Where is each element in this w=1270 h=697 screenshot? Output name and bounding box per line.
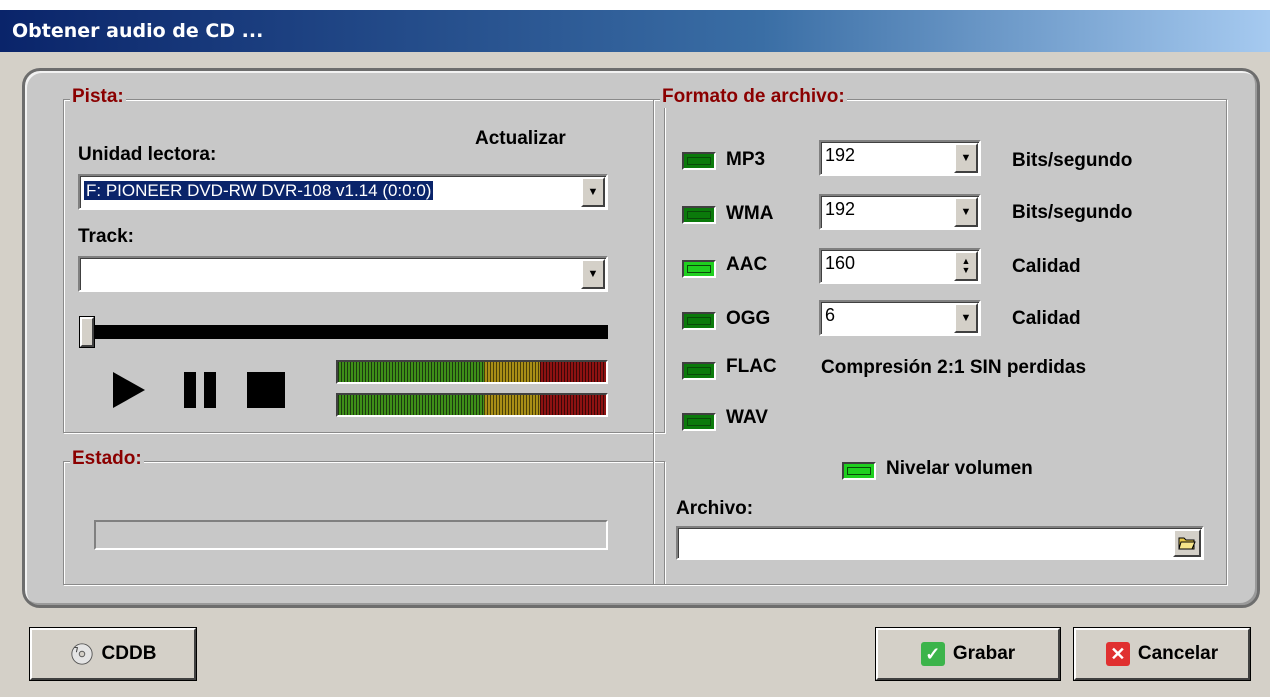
cancelar-button-label: Cancelar	[1137, 643, 1219, 664]
spinner-arrows-icon[interactable]: ▲ ▼	[954, 251, 978, 281]
aac-unit: Calidad	[1012, 256, 1081, 277]
formato-group: Formato de archivo: MP3 192 ▼ Bits/segun…	[653, 86, 1227, 585]
aac-toggle[interactable]	[682, 260, 716, 278]
formato-group-title: Formato de archivo:	[660, 86, 847, 108]
chevron-down-icon[interactable]: ▼	[954, 197, 978, 227]
flac-note: Compresión 2:1 SIN perdidas	[821, 357, 1087, 378]
cddb-button[interactable]: CDDB	[30, 628, 196, 680]
ogg-quality-select[interactable]: 6 ▼	[819, 300, 981, 336]
cddb-button-label: CDDB	[101, 643, 157, 664]
cancelar-button[interactable]: ✕ Cancelar	[1074, 628, 1250, 680]
estado-group-title: Estado:	[70, 448, 144, 470]
window-title: Obtener audio de CD ...	[12, 20, 264, 42]
check-icon: ✓	[920, 642, 945, 666]
cd-icon	[70, 642, 94, 666]
ogg-unit: Calidad	[1012, 308, 1081, 329]
grabar-button-label: Grabar	[952, 643, 1016, 664]
seek-bar[interactable]	[80, 317, 608, 347]
grabar-button[interactable]: ✓ Grabar	[876, 628, 1060, 680]
ogg-quality-value: 6	[825, 305, 836, 325]
mp3-bitrate-select[interactable]: 192 ▼	[819, 140, 981, 176]
mp3-bitrate-value: 192	[825, 145, 856, 165]
normalize-label: Nivelar volumen	[886, 458, 1033, 479]
aac-quality-value: 160	[825, 253, 856, 273]
chevron-down-icon[interactable]: ▼	[954, 143, 978, 173]
wma-unit: Bits/segundo	[1012, 202, 1133, 223]
track-select[interactable]: ▼	[78, 256, 608, 292]
pause-bar-left	[184, 372, 196, 408]
dialog-window: Obtener audio de CD ... Pista: Unidad le…	[0, 0, 1270, 697]
level-meter-right	[336, 393, 608, 417]
seek-handle[interactable]	[80, 317, 94, 347]
file-path-input[interactable]	[676, 526, 1204, 560]
drive-select[interactable]: F: PIONEER DVD-RW DVR-108 v1.14 (0:0:0) …	[78, 174, 608, 210]
drive-label: Unidad lectora:	[78, 144, 217, 165]
top-strip	[0, 0, 1270, 10]
wma-bitrate-value: 192	[825, 199, 856, 219]
refresh-link[interactable]: Actualizar	[475, 128, 566, 150]
track-label: Track:	[78, 226, 134, 247]
format-label-mp3: MP3	[726, 149, 766, 170]
pista-group-title: Pista:	[70, 86, 126, 108]
format-label-wav: WAV	[726, 407, 768, 428]
flac-toggle[interactable]	[682, 362, 716, 380]
format-label-ogg: OGG	[726, 308, 771, 329]
level-meter-left	[336, 360, 608, 384]
ogg-toggle[interactable]	[682, 312, 716, 330]
drive-select-value: F: PIONEER DVD-RW DVR-108 v1.14 (0:0:0)	[84, 181, 434, 200]
chevron-down-icon[interactable]: ▼	[954, 303, 978, 333]
mp3-toggle[interactable]	[682, 152, 716, 170]
folder-open-icon[interactable]	[1173, 529, 1201, 557]
stop-button[interactable]	[247, 372, 285, 408]
normalize-toggle[interactable]	[842, 462, 876, 480]
title-bar[interactable]: Obtener audio de CD ...	[0, 10, 1270, 52]
pause-bar-right	[204, 372, 216, 408]
aac-quality-spinner[interactable]: 160 ▲ ▼	[819, 248, 981, 284]
file-label: Archivo:	[676, 498, 754, 519]
pause-button[interactable]	[184, 372, 218, 408]
chevron-down-icon[interactable]: ▼	[581, 177, 605, 207]
format-label-wma: WMA	[726, 203, 774, 224]
wma-bitrate-select[interactable]: 192 ▼	[819, 194, 981, 230]
wav-toggle[interactable]	[682, 413, 716, 431]
status-progress-bar	[94, 520, 608, 550]
wma-toggle[interactable]	[682, 206, 716, 224]
close-icon: ✕	[1105, 642, 1130, 666]
play-button[interactable]	[113, 372, 145, 408]
format-label-flac: FLAC	[726, 356, 777, 377]
estado-group: Estado:	[63, 448, 665, 585]
format-label-aac: AAC	[726, 254, 768, 275]
pista-group: Pista: Unidad lectora: Actualizar F: PIO…	[63, 86, 665, 433]
chevron-down-icon[interactable]: ▼	[581, 259, 605, 289]
mp3-unit: Bits/segundo	[1012, 150, 1133, 171]
main-panel: Pista: Unidad lectora: Actualizar F: PIO…	[22, 68, 1260, 608]
